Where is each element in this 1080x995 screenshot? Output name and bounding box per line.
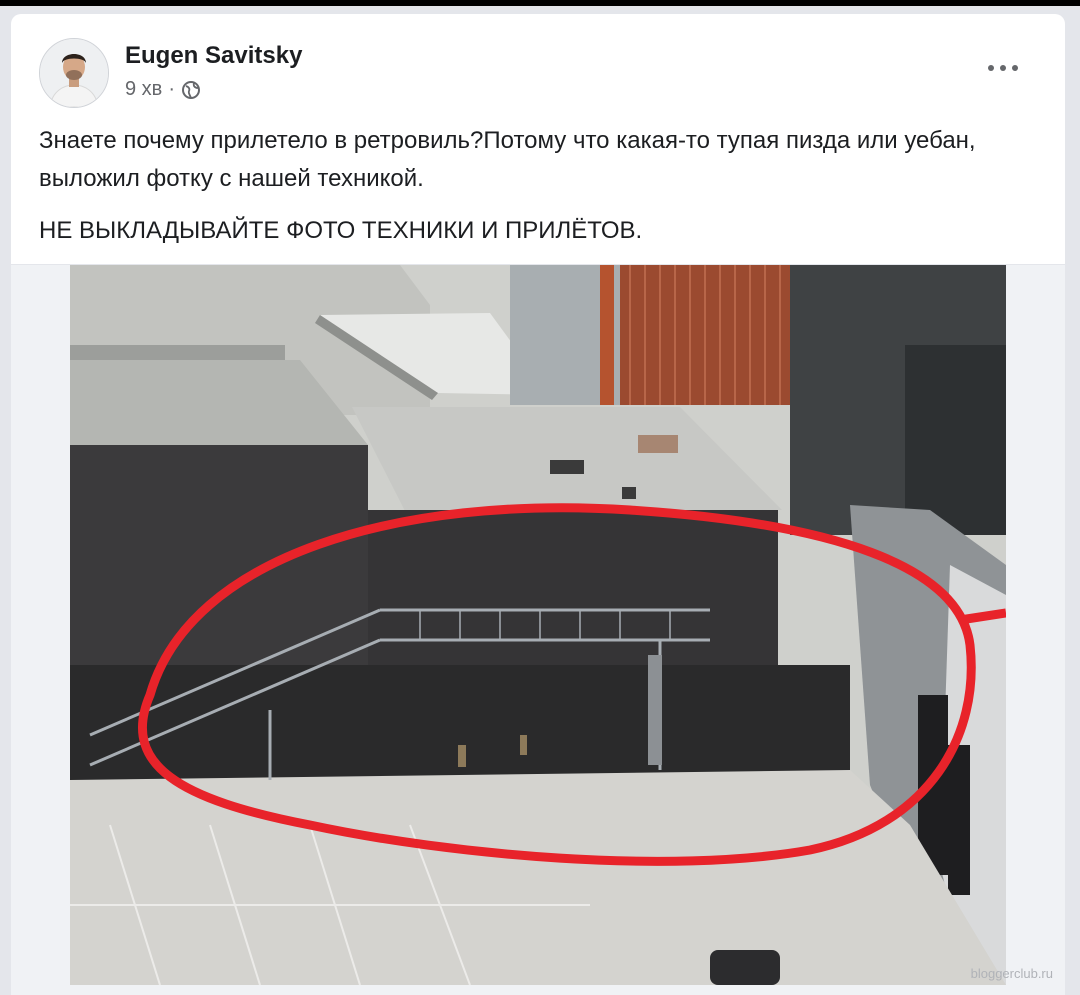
post-text-paragraph-1: Знаете почему прилетело в ретровиль?Пото… — [39, 127, 976, 192]
post-timestamp[interactable]: 9 хв — [125, 78, 162, 101]
avatar-image — [40, 39, 108, 107]
top-bar — [0, 0, 1080, 6]
more-options-icon — [988, 65, 1018, 71]
author-name[interactable]: Eugen Savitsky — [125, 42, 302, 70]
meta-separator: · — [168, 78, 175, 100]
post-photo[interactable] — [70, 265, 1006, 985]
post-text-paragraph-2: НЕ ВЫКЛАДЫВАЙТЕ ФОТО ТЕХНИКИ И ПРИЛЁТОВ. — [39, 217, 643, 244]
avatar[interactable] — [39, 38, 109, 108]
post-meta: 9 хв · — [125, 78, 201, 101]
post-photo-container[interactable]: bloggerclub.ru — [11, 264, 1065, 995]
post-card: Eugen Savitsky 9 хв · Знаете почему прил… — [11, 14, 1065, 995]
globe-icon[interactable] — [181, 80, 201, 100]
post-text: Знаете почему прилетело в ретровиль?Пото… — [39, 122, 1049, 250]
photo-watermark: bloggerclub.ru — [970, 966, 1053, 981]
more-options-button[interactable] — [983, 54, 1023, 82]
